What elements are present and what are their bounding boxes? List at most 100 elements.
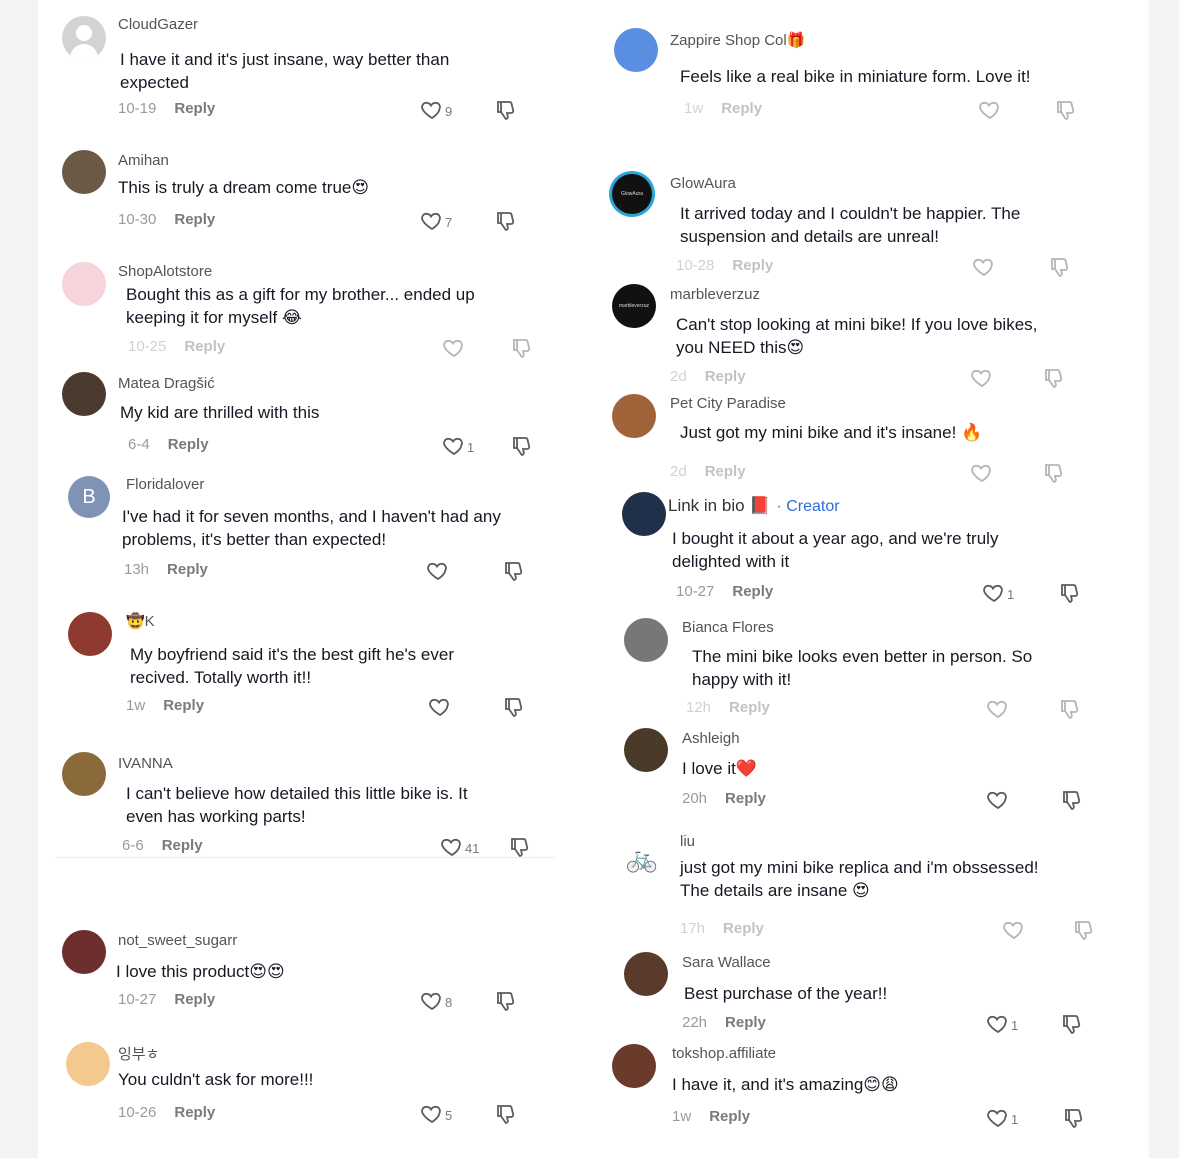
username-text[interactable]: ShopAlotstore (118, 263, 212, 280)
like-button[interactable]: 1 (982, 581, 1014, 608)
avatar[interactable] (62, 262, 106, 306)
like-button[interactable]: 1 (986, 1106, 1018, 1133)
like-button[interactable] (972, 255, 996, 282)
username-text[interactable]: Pet City Paradise (670, 395, 786, 412)
like-button[interactable]: 8 (420, 989, 452, 1016)
dislike-button[interactable] (510, 434, 534, 463)
avatar[interactable]: GlowAura (612, 174, 652, 214)
reply-button[interactable]: Reply (721, 100, 762, 117)
username[interactable]: IVANNA (118, 755, 173, 772)
like-button[interactable] (970, 461, 994, 488)
avatar[interactable] (68, 612, 112, 656)
like-button[interactable] (428, 695, 452, 722)
username-text[interactable]: liu (680, 833, 695, 850)
avatar[interactable]: 🚲 (620, 836, 664, 880)
username[interactable]: 잉부ㅎ (118, 1043, 159, 1064)
avatar[interactable] (614, 28, 658, 72)
reply-button[interactable]: Reply (174, 211, 215, 228)
avatar[interactable] (624, 728, 668, 772)
avatar[interactable] (624, 952, 668, 996)
reply-button[interactable]: Reply (167, 561, 208, 578)
username-text[interactable]: not_sweet_sugarr (118, 932, 237, 949)
dislike-button[interactable] (1048, 255, 1072, 284)
dislike-button[interactable] (494, 1102, 518, 1131)
username-text[interactable]: CloudGazer (118, 16, 198, 33)
reply-button[interactable]: Reply (723, 920, 764, 937)
dislike-button[interactable] (1060, 788, 1084, 817)
avatar[interactable] (62, 930, 106, 974)
username-text[interactable]: Link in bio 📕 (668, 496, 770, 515)
like-button[interactable]: 5 (420, 1102, 452, 1129)
username[interactable]: 🤠K (126, 612, 155, 630)
username[interactable]: CloudGazer (118, 16, 198, 33)
username-text[interactable]: Matea Dragšić (118, 375, 215, 392)
dislike-button[interactable] (508, 835, 532, 864)
reply-button[interactable]: Reply (705, 463, 746, 480)
like-button[interactable] (442, 336, 466, 363)
like-button[interactable]: 1 (986, 1012, 1018, 1039)
dislike-button[interactable] (1072, 918, 1096, 947)
like-button[interactable] (978, 98, 1002, 125)
like-button[interactable]: 1 (442, 434, 474, 461)
like-button[interactable] (426, 559, 450, 586)
dislike-button[interactable] (1062, 1106, 1086, 1135)
username[interactable]: Amihan (118, 152, 169, 169)
dislike-button[interactable] (502, 559, 526, 588)
like-button[interactable]: 41 (440, 835, 479, 862)
username-text[interactable]: 잉부ㅎ (118, 1046, 159, 1063)
reply-button[interactable]: Reply (725, 1014, 766, 1031)
username-text[interactable]: Bianca Flores (682, 619, 774, 636)
reply-button[interactable]: Reply (163, 697, 204, 714)
username[interactable]: Sara Wallace (682, 954, 771, 971)
reply-button[interactable]: Reply (732, 257, 773, 274)
avatar[interactable] (624, 618, 668, 662)
avatar[interactable] (622, 492, 666, 536)
like-button[interactable] (970, 366, 994, 393)
like-button[interactable] (986, 788, 1010, 815)
reply-button[interactable]: Reply (168, 436, 209, 453)
username-text[interactable]: Ashleigh (682, 730, 740, 747)
like-button[interactable]: 9 (420, 98, 452, 125)
reply-button[interactable]: Reply (732, 583, 773, 600)
username[interactable]: Matea Dragšić (118, 375, 215, 392)
reply-button[interactable]: Reply (174, 991, 215, 1008)
avatar[interactable]: marbleverzuz (612, 284, 656, 328)
avatar[interactable] (612, 394, 656, 438)
avatar[interactable]: B (68, 476, 110, 518)
avatar[interactable] (62, 16, 106, 60)
like-button[interactable]: 7 (420, 209, 452, 236)
dislike-button[interactable] (1058, 581, 1082, 610)
username[interactable]: Pet City Paradise (670, 395, 786, 412)
avatar[interactable] (62, 752, 106, 796)
username-text[interactable]: Sara Wallace (682, 954, 771, 971)
reply-button[interactable]: Reply (184, 338, 225, 355)
dislike-button[interactable] (1042, 461, 1066, 490)
username[interactable]: Zappire Shop Col🎁 (670, 31, 805, 49)
username-text[interactable]: tokshop.affiliate (672, 1045, 776, 1062)
username[interactable]: marbleverzuz (670, 286, 760, 303)
reply-button[interactable]: Reply (174, 1104, 215, 1121)
username[interactable]: Floridalover (126, 476, 204, 493)
username[interactable]: GlowAura (670, 175, 736, 192)
avatar[interactable] (62, 372, 106, 416)
dislike-button[interactable] (1058, 697, 1082, 726)
username[interactable]: Ashleigh (682, 730, 740, 747)
username-text[interactable]: GlowAura (670, 175, 736, 192)
username-text[interactable]: 🤠K (126, 613, 155, 630)
username-text[interactable]: Zappire Shop Col🎁 (670, 32, 805, 49)
username-text[interactable]: Amihan (118, 152, 169, 169)
avatar[interactable] (612, 1044, 656, 1088)
like-button[interactable] (986, 697, 1010, 724)
username[interactable]: tokshop.affiliate (672, 1045, 776, 1062)
username[interactable]: liu (680, 833, 695, 850)
dislike-button[interactable] (510, 336, 534, 365)
dislike-button[interactable] (1042, 366, 1066, 395)
like-button[interactable] (1002, 918, 1026, 945)
dislike-button[interactable] (502, 695, 526, 724)
dislike-button[interactable] (494, 989, 518, 1018)
username[interactable]: Link in bio 📕 · Creator (668, 496, 840, 516)
avatar[interactable] (66, 1042, 110, 1086)
username[interactable]: Bianca Flores (682, 619, 774, 636)
reply-button[interactable]: Reply (705, 368, 746, 385)
username-text[interactable]: IVANNA (118, 755, 173, 772)
